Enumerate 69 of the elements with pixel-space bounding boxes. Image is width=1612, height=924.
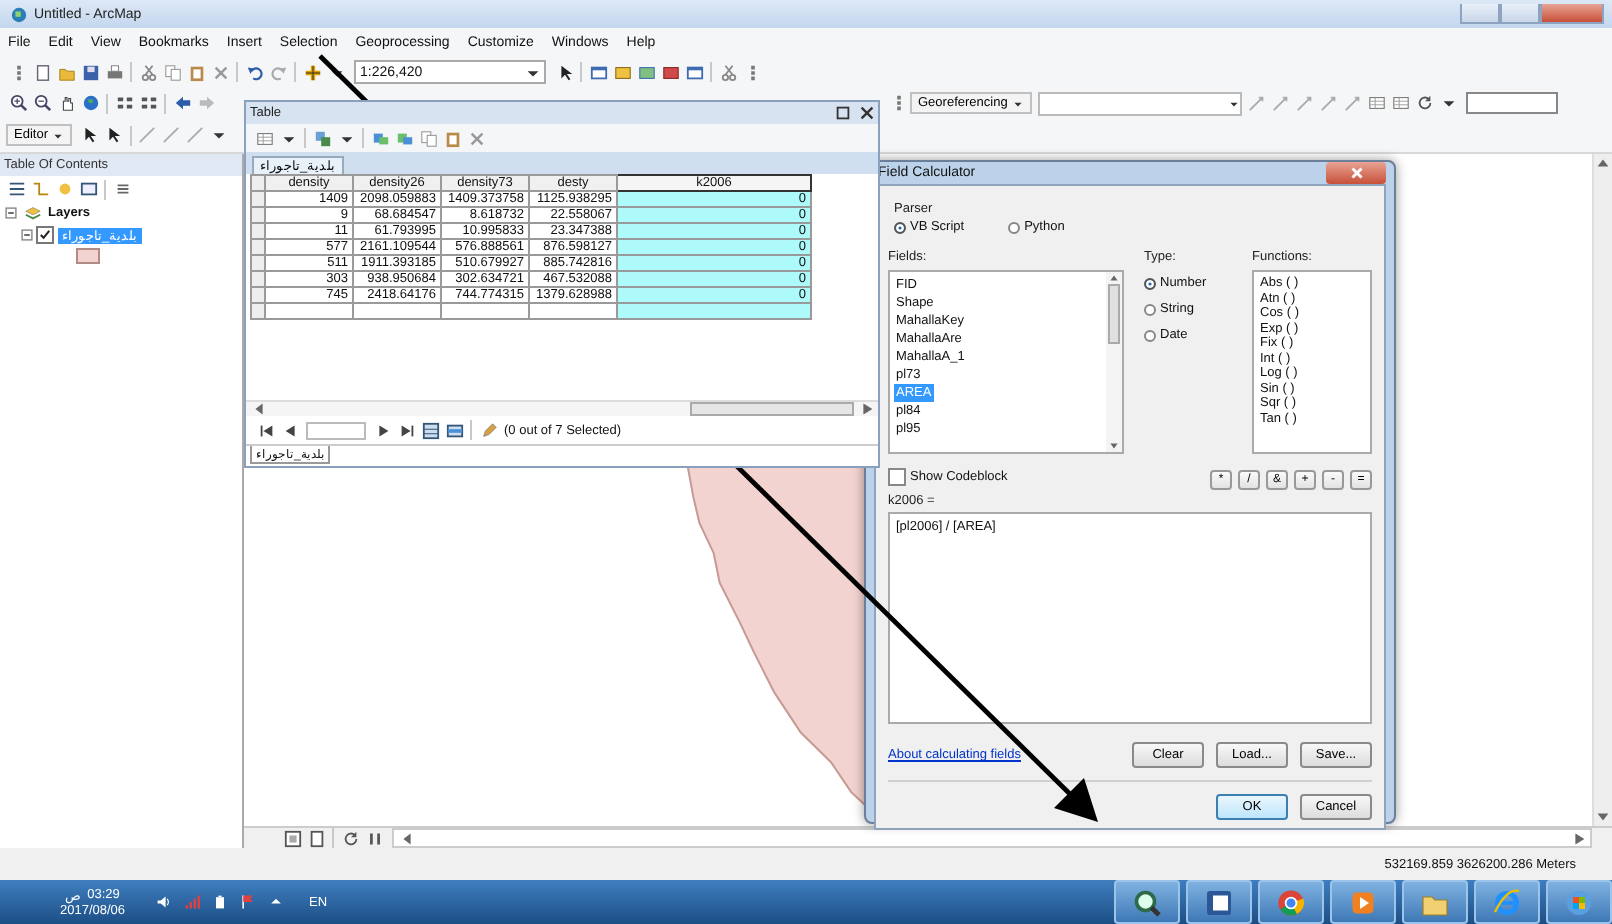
pencil-icon[interactable] xyxy=(479,421,497,439)
flag-icon[interactable] xyxy=(239,894,256,910)
window-icon[interactable] xyxy=(685,63,703,81)
input-field[interactable] xyxy=(1465,92,1558,114)
data-view-icon[interactable] xyxy=(283,829,301,847)
close-icon[interactable] xyxy=(857,104,875,122)
globe-icon[interactable] xyxy=(81,94,99,112)
list-by-drawing-order-icon[interactable] xyxy=(7,180,25,198)
pause-icon[interactable] xyxy=(365,829,383,847)
refresh-icon[interactable] xyxy=(1416,94,1435,112)
previous-record-icon[interactable] xyxy=(281,421,299,439)
refresh-icon[interactable] xyxy=(341,829,359,847)
table-icon[interactable] xyxy=(255,129,273,147)
horizontal-scrollbar[interactable] xyxy=(392,828,1592,848)
horizontal-scrollbar[interactable] xyxy=(246,400,878,416)
list-by-source-icon[interactable] xyxy=(31,180,49,198)
tricolor-circle-icon[interactable] xyxy=(1276,887,1306,917)
collapse-icon[interactable] xyxy=(19,228,33,242)
start-orb-icon[interactable] xyxy=(1564,887,1594,917)
scissors-icon[interactable] xyxy=(139,63,157,81)
record-field[interactable] xyxy=(306,421,366,439)
hand-icon[interactable] xyxy=(57,94,75,112)
add-data-icon[interactable] xyxy=(303,63,321,81)
clipboard-icon[interactable] xyxy=(443,129,461,147)
document-icon[interactable] xyxy=(1204,887,1234,917)
checkbox[interactable] xyxy=(36,226,54,244)
list-by-selection-icon[interactable] xyxy=(79,180,97,198)
delete-icon[interactable] xyxy=(467,129,485,147)
legend-swatch-icon xyxy=(76,248,100,264)
first-record-icon[interactable] xyxy=(257,421,275,439)
last-record-icon[interactable] xyxy=(397,421,415,439)
next-record-icon[interactable] xyxy=(373,421,391,439)
delete-icon[interactable] xyxy=(211,63,229,81)
speaker-icon[interactable] xyxy=(155,894,172,910)
maximize-icon[interactable] xyxy=(833,104,851,122)
grid-icon[interactable] xyxy=(139,94,157,112)
zoom-out-icon[interactable] xyxy=(33,94,51,112)
clipboard-icon[interactable] xyxy=(187,63,205,81)
printer-icon[interactable] xyxy=(105,63,123,81)
page-icon[interactable] xyxy=(33,63,51,81)
copy-icon[interactable] xyxy=(419,129,437,147)
zoom-in-icon[interactable] xyxy=(9,94,27,112)
layout-view-icon[interactable] xyxy=(307,829,325,847)
table-icon[interactable] xyxy=(1368,94,1387,112)
undo-icon[interactable] xyxy=(245,63,263,81)
copy-icon[interactable] xyxy=(163,63,181,81)
vertical-scrollbar[interactable] xyxy=(1106,272,1122,452)
back-arrow-icon[interactable] xyxy=(173,94,191,112)
magnifier-icon[interactable] xyxy=(1132,887,1162,917)
options-icon[interactable] xyxy=(113,180,131,198)
selected-records-icon[interactable] xyxy=(445,421,463,439)
related-tables-icon[interactable] xyxy=(313,129,331,147)
pointer-icon[interactable] xyxy=(555,63,573,81)
play-icon[interactable] xyxy=(1348,887,1378,917)
collapse-icon[interactable] xyxy=(3,206,17,220)
show-hidden-icons-icon[interactable] xyxy=(267,894,284,910)
table-icon[interactable] xyxy=(1392,94,1411,112)
folder-icon[interactable] xyxy=(57,63,75,81)
scissors-icon[interactable] xyxy=(719,63,737,81)
window-icon[interactable] xyxy=(589,63,607,81)
layers-icon xyxy=(23,204,41,222)
app-globe-icon xyxy=(9,5,27,23)
vertical-scrollbar[interactable] xyxy=(1592,154,1612,826)
grid-icon[interactable] xyxy=(115,94,133,112)
switch-selection-icon[interactable] xyxy=(395,129,413,147)
select-rows-icon[interactable] xyxy=(371,129,389,147)
close-button[interactable] xyxy=(1326,162,1386,184)
scroll-right-icon[interactable] xyxy=(857,400,875,418)
all-records-icon[interactable] xyxy=(421,421,439,439)
